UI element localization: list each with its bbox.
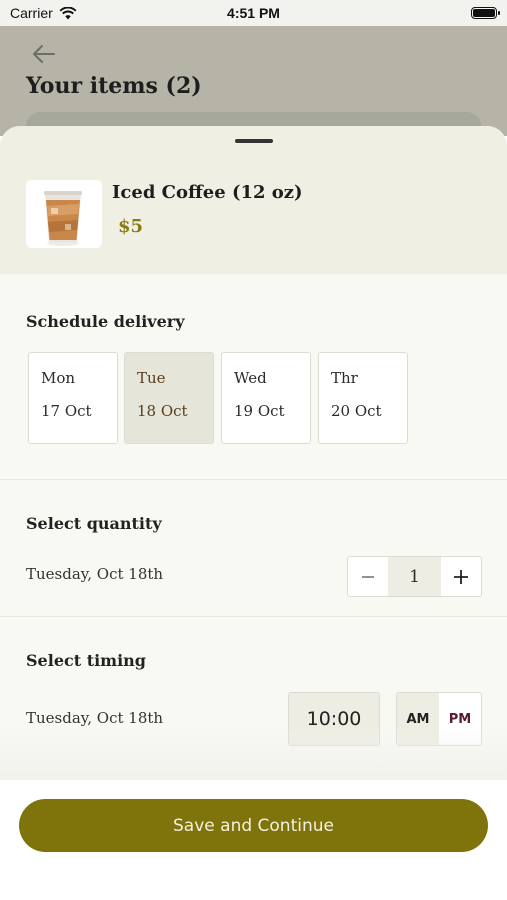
day-option-thr[interactable]: Thr 20 Oct xyxy=(318,352,408,444)
content-fade xyxy=(0,726,507,782)
iced-coffee-image xyxy=(26,180,102,248)
section-divider xyxy=(0,479,507,480)
day-date: 19 Oct xyxy=(234,402,285,420)
day-name: Thr xyxy=(331,369,358,387)
schedule-title: Schedule delivery xyxy=(26,312,185,331)
quantity-stepper: 1 xyxy=(347,556,482,597)
day-name: Tue xyxy=(137,369,166,387)
minus-icon xyxy=(362,575,374,578)
section-divider xyxy=(0,616,507,617)
day-name: Wed xyxy=(234,369,267,387)
sheet-drag-handle[interactable] xyxy=(235,139,273,143)
day-option-mon[interactable]: Mon 17 Oct xyxy=(28,352,118,444)
decrement-button[interactable] xyxy=(348,557,388,596)
day-name: Mon xyxy=(41,369,76,387)
footer: Save and Continue xyxy=(0,780,507,900)
quantity-date-label: Tuesday, Oct 18th xyxy=(26,565,164,583)
battery-icon xyxy=(471,7,500,19)
arrow-left-icon xyxy=(33,45,55,63)
status-time: 4:51 PM xyxy=(227,5,280,21)
page-title: Your items (2) xyxy=(26,73,202,99)
save-and-continue-button[interactable]: Save and Continue xyxy=(19,799,488,852)
back-button[interactable] xyxy=(28,40,60,68)
quantity-title: Select quantity xyxy=(26,514,162,533)
timing-title: Select timing xyxy=(26,651,146,670)
quantity-value[interactable]: 1 xyxy=(388,557,441,596)
day-date: 18 Oct xyxy=(137,402,188,420)
day-option-tue[interactable]: Tue 18 Oct xyxy=(124,352,214,444)
day-date: 20 Oct xyxy=(331,402,382,420)
timing-date-label: Tuesday, Oct 18th xyxy=(26,709,164,727)
status-bar: Carrier 4:51 PM xyxy=(0,0,507,26)
item-summary: Iced Coffee (12 oz) $5 xyxy=(0,126,507,274)
backdrop-page: Your items (2) xyxy=(0,26,507,152)
plus-icon xyxy=(454,569,468,584)
item-name: Iced Coffee (12 oz) xyxy=(112,182,303,203)
day-date: 17 Oct xyxy=(41,402,92,420)
increment-button[interactable] xyxy=(441,557,481,596)
day-option-wed[interactable]: Wed 19 Oct xyxy=(221,352,311,444)
item-price: $5 xyxy=(118,216,144,237)
